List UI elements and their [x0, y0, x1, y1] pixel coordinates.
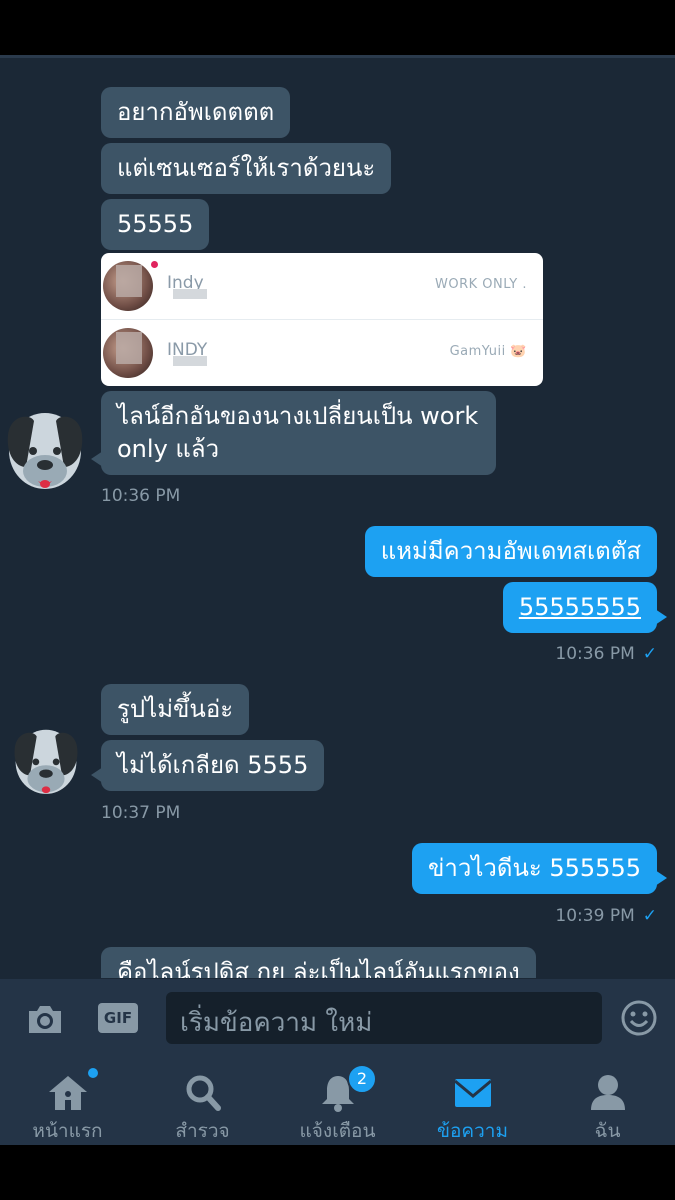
message-outgoing[interactable]: 55555555	[502, 582, 668, 633]
dog-avatar-icon[interactable]	[0, 405, 90, 495]
contact-status: WORK ONLY .	[435, 277, 527, 292]
message-incoming[interactable]: รูปไม่ขึ้นอ่ะ	[101, 684, 250, 735]
shared-image[interactable]: Indy WORK ONLY . INDY GamYuii 🐷	[101, 253, 543, 386]
tab-label: สำรวจ	[175, 1120, 230, 1142]
home-notification-dot	[88, 1068, 98, 1078]
unread-dot	[151, 261, 158, 268]
gif-button[interactable]: GIF	[98, 1003, 138, 1033]
tab-me[interactable]: ฉัน	[540, 1058, 675, 1145]
dog-avatar-icon[interactable]	[8, 723, 84, 799]
read-check-icon: ✓	[642, 644, 657, 664]
camera-icon[interactable]	[25, 999, 65, 1039]
avatar	[103, 328, 153, 378]
timestamp: 10:39 PM ✓	[555, 906, 657, 926]
tab-label: หน้าแรก	[32, 1120, 103, 1142]
shared-image-row: INDY GamYuii 🐷	[101, 319, 543, 384]
message-incoming[interactable]: อยากอัพเดตตต	[101, 87, 291, 138]
contact-status: GamYuii 🐷	[449, 344, 527, 359]
timestamp: 10:36 PM ✓	[555, 644, 657, 664]
profile-icon	[591, 1075, 625, 1110]
message-composer: GIF เริ่มข้อความ ใหม่	[0, 978, 675, 1059]
tab-label: ฉัน	[594, 1120, 621, 1142]
message-input[interactable]: เริ่มข้อความ ใหม่	[166, 992, 602, 1044]
message-outgoing[interactable]: ข่าวไวดีนะ 555555	[411, 843, 668, 894]
read-check-icon: ✓	[642, 906, 657, 926]
message-incoming[interactable]: แต่เซนเซอร์ให้เราด้วยนะ	[101, 143, 392, 194]
message-outgoing[interactable]: แหม่มีความอัพเดทสเตตัส	[364, 526, 657, 577]
tab-notifications[interactable]: แจ้งเตือน	[270, 1058, 405, 1145]
avatar	[103, 261, 153, 311]
shared-image-row: Indy WORK ONLY .	[101, 253, 543, 317]
tab-explore[interactable]: สำรวจ	[135, 1058, 270, 1145]
emoji-icon[interactable]	[620, 999, 658, 1037]
timestamp: 10:36 PM	[101, 486, 181, 506]
search-icon	[186, 1075, 221, 1111]
tab-label: ข้อความ	[437, 1120, 508, 1142]
mail-icon	[454, 1079, 492, 1107]
tab-home[interactable]: หน้าแรก	[0, 1058, 135, 1145]
message-incoming[interactable]: ไลน์อีกอันของนางเปลี่ยนเป็น work only แล…	[91, 391, 496, 475]
tab-messages[interactable]: ข้อความ	[405, 1058, 540, 1145]
tab-bar: หน้าแรก สำรวจ แจ้งเตือน ข้อความ ฉัน	[0, 1058, 675, 1145]
home-icon	[49, 1076, 87, 1110]
tab-label: แจ้งเตือน	[299, 1120, 376, 1142]
message-incoming[interactable]: 55555	[101, 199, 210, 250]
notification-badge: 2	[347, 1064, 377, 1094]
timestamp: 10:37 PM	[101, 803, 181, 823]
message-incoming[interactable]: ไม่ได้เกลียด 5555	[90, 740, 325, 791]
